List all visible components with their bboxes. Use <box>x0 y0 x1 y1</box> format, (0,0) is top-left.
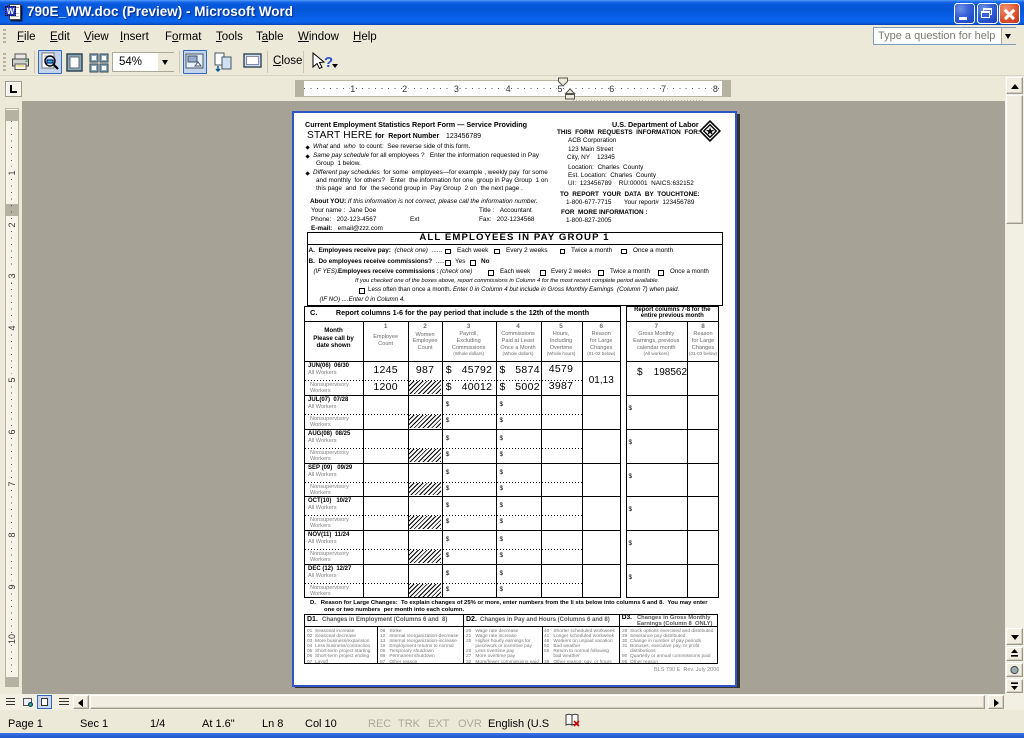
svg-text:★: ★ <box>705 126 715 138</box>
svg-text:?: ? <box>324 54 333 71</box>
